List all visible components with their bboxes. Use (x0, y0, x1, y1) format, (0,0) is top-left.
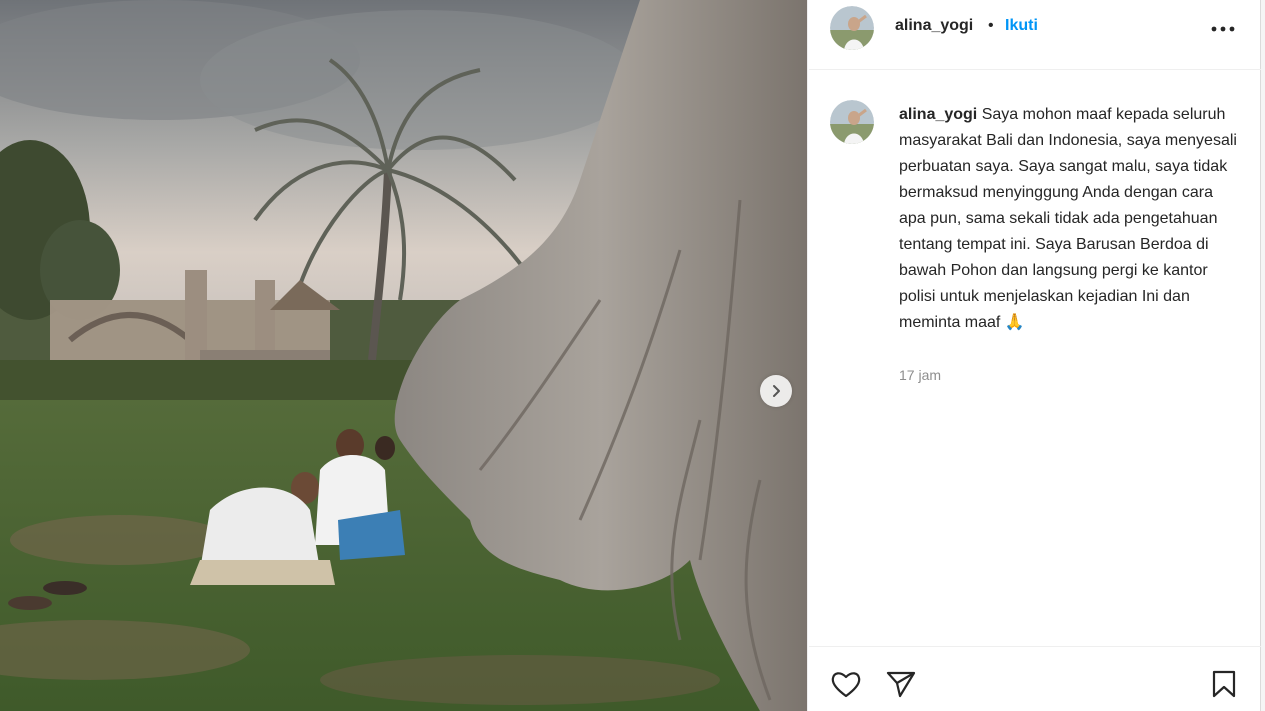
next-image-button[interactable] (760, 375, 792, 407)
share-button[interactable] (884, 667, 918, 701)
avatar-image (830, 100, 874, 144)
post-caption: alina_yogi Saya mohon maaf kepada seluru… (899, 102, 1244, 336)
like-button[interactable] (829, 667, 863, 701)
post-header: alina_yogi • Ikuti (809, 0, 1261, 70)
caption-username[interactable]: alina_yogi (899, 106, 977, 123)
photo-scene (0, 0, 807, 711)
save-button[interactable] (1207, 667, 1241, 701)
window-edge (1261, 0, 1265, 711)
post-side-panel: alina_yogi • Ikuti alina_yogi Saya mohon… (809, 0, 1261, 711)
avatar-image (830, 6, 874, 50)
separator-dot: • (988, 17, 994, 34)
bookmark-icon (1212, 670, 1236, 698)
action-bar (809, 646, 1261, 711)
post-timestamp[interactable]: 17 jam (899, 367, 941, 383)
chevron-right-icon (773, 385, 780, 397)
more-options-button[interactable] (1209, 19, 1237, 39)
post-image[interactable] (0, 0, 808, 711)
caption-text: Saya mohon maaf kepada seluruh masyaraka… (899, 106, 1237, 331)
paper-plane-icon (886, 671, 916, 698)
heart-icon (831, 672, 861, 698)
follow-button[interactable]: Ikuti (1005, 17, 1038, 35)
caption-section: alina_yogi Saya mohon maaf kepada seluru… (809, 71, 1261, 646)
post-username[interactable]: alina_yogi (895, 17, 973, 35)
caption-avatar[interactable] (830, 100, 874, 144)
more-options-icon (1211, 26, 1235, 32)
avatar[interactable] (830, 6, 874, 50)
